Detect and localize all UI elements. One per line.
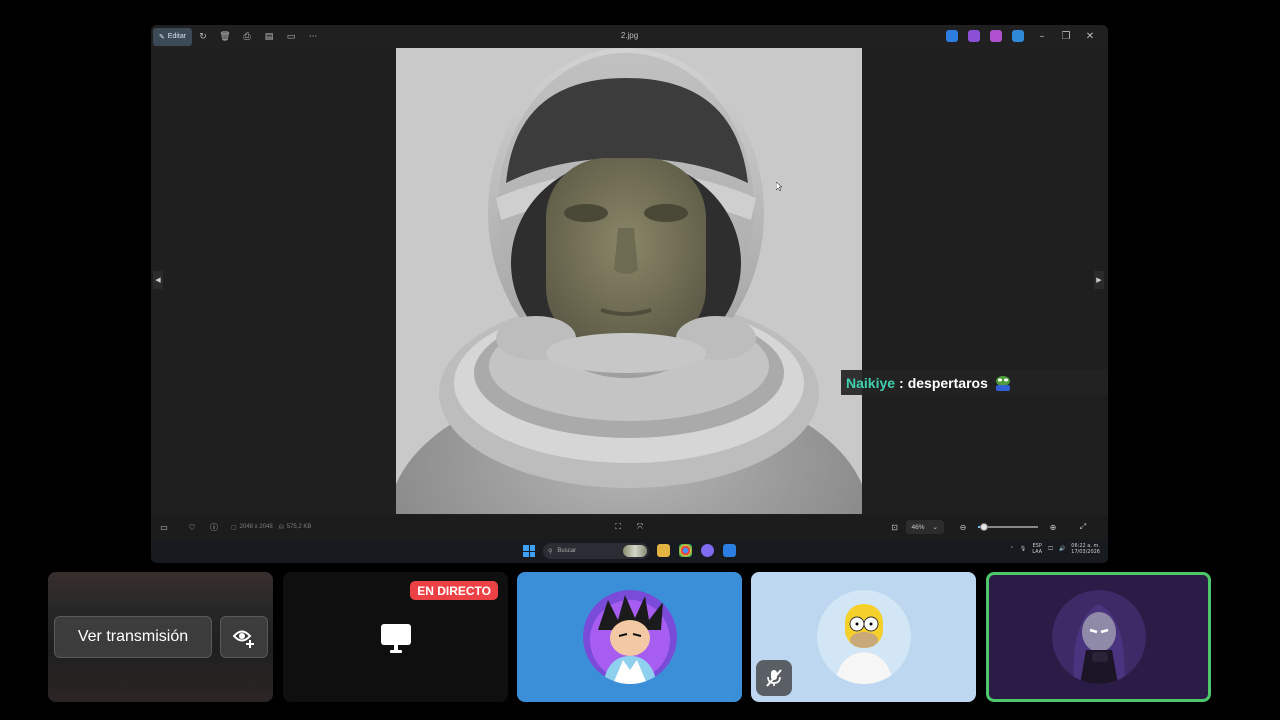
zoom-dropdown[interactable]: 46% ⌄ [905,520,944,534]
search-placeholder: Buscar [557,548,577,554]
disk-icon: ⛁ [278,524,284,531]
volume-icon[interactable]: 🔊 [1059,546,1065,552]
discord-icon[interactable] [701,544,714,557]
photos-taskbar-icon[interactable] [723,544,736,557]
language-indicator[interactable]: ESP LAA [1032,543,1042,555]
crop-icon[interactable]: ▤ [258,28,280,46]
fit-screen-icon[interactable]: ⛶ [607,518,629,536]
watch-stream-button[interactable]: Ver transmisión [54,616,212,658]
close-icon[interactable]: ✕ [1078,27,1102,45]
search-highlight-image [623,545,647,557]
avatar-homer [816,590,911,684]
pepe-emote-icon [995,375,1010,391]
viewer-bottom-bar: ▭ ♡ ⓘ ▢ 2048 x 2048 ⛁ 575,2 KB ⛶ ⤧ ⊡ 46%… [151,515,1108,539]
mouse-cursor-icon [776,182,782,191]
microphone-muted-icon [766,669,782,687]
windows-taskbar: ⚲ Buscar ⌃ 🎙 ESP LAA 🖵 🔊 06:22 a. m. 17/… [151,539,1108,563]
print-icon[interactable]: ⎙ [236,28,258,46]
edit-button[interactable]: ✎ Editar [153,27,192,46]
edit-icon: ✎ [158,33,165,41]
taskbar-search[interactable]: ⚲ Buscar [543,543,649,559]
file-size: ⛁ 575,2 KB [278,524,312,531]
previous-arrow-icon[interactable]: ◀ [153,271,163,289]
share-icon[interactable]: ▭ [280,28,302,46]
chat-username: Naikiye [846,374,896,391]
search-icon: ⚲ [548,548,553,555]
image-dimensions: ▢ 2048 x 2048 [231,524,273,531]
chat-separator: : [899,374,904,391]
system-tray: ⌃ 🎙 ESP LAA 🖵 🔊 06:22 a. m. 17/03/2026 [1010,543,1100,555]
actual-size-icon[interactable]: ⤧ [629,518,651,536]
astronaut-photo [396,48,862,514]
favorite-icon[interactable]: ♡ [181,518,203,536]
chat-message-text: despertaros [907,374,988,391]
microphone-icon[interactable]: 🎙 [1020,546,1026,552]
next-arrow-icon[interactable]: ▶ [1094,271,1104,289]
avatar-goku [582,590,677,684]
edit-label: Editar [167,33,187,40]
chevron-down-icon: ⌄ [932,524,938,531]
clock[interactable]: 06:22 a. m. 17/03/2026 [1071,543,1100,555]
clipchamp-icon[interactable] [968,30,980,42]
chat-overlay-message: Naikiye : despertaros [841,370,1108,395]
participant-tile-raven-speaking[interactable] [986,572,1211,702]
avatar-raven [1051,590,1146,684]
file-explorer-icon[interactable] [657,544,670,557]
monitor-icon [381,624,411,653]
zoom-slider-knob[interactable] [980,523,988,531]
rotate-icon[interactable]: ↻ [192,28,214,46]
participant-tile-goku[interactable] [517,572,742,702]
stream-preview-tile[interactable]: Ver transmisión [48,572,273,702]
add-watch-button[interactable] [220,616,268,658]
shared-screen: ✎ Editar ↻ 🗑 ⎙ ▤ ▭ ··· 2.jpg – ❐ ✕ ◀ ▶ ▭… [151,25,1108,563]
more-icon[interactable]: ··· [302,28,324,46]
eye-plus-icon [232,630,254,648]
zoom-out-icon[interactable]: ⊖ [952,518,974,536]
info-icon[interactable]: ⓘ [203,518,225,536]
fit-window-icon[interactable]: ⊡ [884,518,906,536]
watch-stream-label: Ver transmisión [77,628,189,645]
photo-viewer-titlebar: ✎ Editar ↻ 🗑 ⎙ ▤ ▭ ··· 2.jpg – ❐ ✕ [151,25,1108,48]
dimensions-icon: ▢ [231,524,237,531]
network-icon[interactable]: 🖵 [1048,546,1053,552]
delete-icon[interactable]: 🗑 [214,28,236,46]
designer-icon[interactable] [990,30,1002,42]
chrome-icon[interactable] [679,544,692,557]
windows-start-icon[interactable] [523,545,535,557]
zoom-slider[interactable] [978,523,1038,531]
live-badge: EN DIRECTO [410,581,498,600]
onedrive-icon[interactable] [1012,30,1024,42]
minimize-icon[interactable]: – [1030,27,1054,45]
zoom-in-icon[interactable]: ⊕ [1042,518,1064,536]
screen-share-tile[interactable]: EN DIRECTO [283,572,508,702]
restore-icon[interactable]: ❐ [1054,27,1078,45]
microphone-muted-button[interactable] [756,660,792,696]
photos-app-icon[interactable] [946,30,958,42]
chevron-up-icon[interactable]: ⌃ [1010,546,1014,552]
fullscreen-icon[interactable]: ⤢ [1072,518,1094,536]
participant-tile-homer[interactable] [751,572,976,702]
filmstrip-icon[interactable]: ▭ [153,518,175,536]
